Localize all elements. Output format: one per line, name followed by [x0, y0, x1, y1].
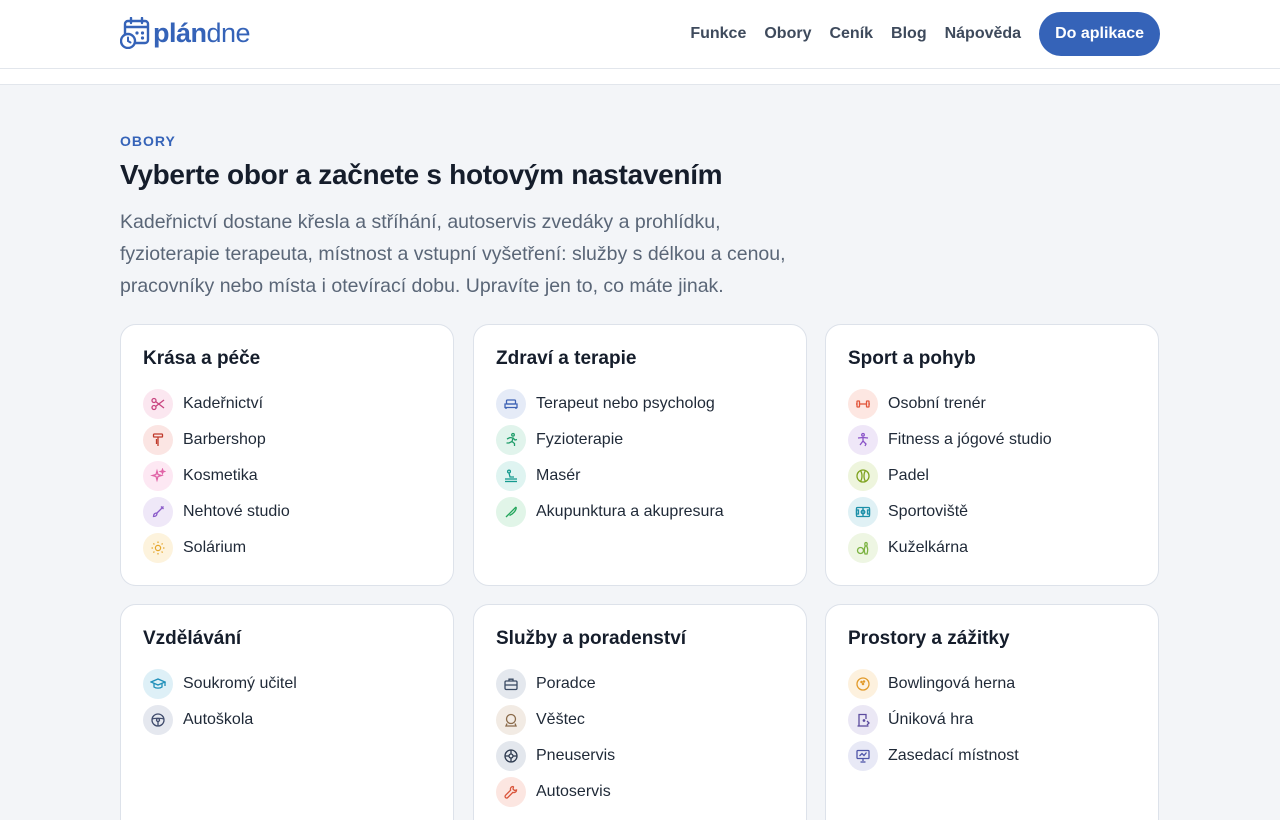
runner-icon [496, 425, 526, 455]
item-label: Fyzioterapie [536, 431, 624, 448]
door-icon [848, 705, 878, 735]
graduation-cap-icon [143, 669, 173, 699]
bowling-ball-icon [848, 669, 878, 699]
tire-icon [496, 741, 526, 771]
item-label: Kosmetika [183, 467, 258, 484]
item-label: Pneuservis [536, 747, 616, 764]
pins-icon [848, 533, 878, 563]
needle-icon [496, 497, 526, 527]
item-label: Autoservis [536, 783, 611, 800]
wrench-icon [496, 777, 526, 807]
list-item[interactable]: Sportoviště [848, 497, 968, 527]
item-label: Soukromý učitel [183, 675, 297, 692]
item-label: Akupunktura a akupresura [536, 503, 724, 520]
item-label: Fitness a jógové studio [888, 431, 1052, 448]
brush-icon [143, 497, 173, 527]
list-item[interactable]: Kuželkárna [848, 533, 968, 563]
list-item[interactable]: Autoškola [143, 705, 253, 735]
steering-wheel-icon [143, 705, 173, 735]
brand-logo[interactable]: plándne [119, 15, 251, 51]
item-label: Nehtové studio [183, 503, 290, 520]
list-item[interactable]: Nehtové studio [143, 497, 290, 527]
category-card-prostory: Prostory a zážitky Bowlingová herna Únik… [825, 604, 1159, 820]
item-label: Solárium [183, 539, 247, 556]
section-eyebrow: OBORY [120, 133, 176, 149]
list-item[interactable]: Zasedací místnost [848, 741, 1019, 771]
list-item[interactable]: Pneuservis [496, 741, 615, 771]
massage-icon [496, 461, 526, 491]
nav-link-cenik[interactable]: Ceník [829, 25, 873, 43]
presentation-icon [848, 741, 878, 771]
item-label: Úniková hra [888, 711, 974, 728]
sparkle-icon [143, 461, 173, 491]
main-nav: Funkce Obory Ceník Blog Nápověda Do apli… [690, 12, 1160, 56]
section-lead: Kadeřnictví dostane křesla a stříhání, a… [120, 206, 840, 302]
category-card-sport: Sport a pohyb Osobní trenér Fitness a jó… [825, 324, 1159, 586]
nav-link-obory[interactable]: Obory [764, 25, 811, 43]
category-card-krasa: Krása a péče Kadeřnictví Barbershop Kosm… [120, 324, 454, 586]
item-label: Terapeut nebo psycholog [536, 395, 715, 412]
briefcase-icon [496, 669, 526, 699]
card-title: Vzdělávání [143, 628, 242, 649]
card-title: Zdraví a terapie [496, 348, 637, 369]
card-title: Krása a péče [143, 348, 261, 369]
list-item[interactable]: Fitness a jógové studio [848, 425, 1052, 455]
category-card-sluzby: Služby a poradenství Poradce Věštec Pneu… [473, 604, 807, 820]
card-title: Sport a pohyb [848, 348, 976, 369]
item-label: Kuželkárna [888, 539, 969, 556]
razor-icon [143, 425, 173, 455]
card-title: Prostory a zážitky [848, 628, 1010, 649]
nav-link-napoveda[interactable]: Nápověda [945, 25, 1021, 43]
list-item[interactable]: Osobní trenér [848, 389, 986, 419]
brand-wordmark: plándne [153, 17, 251, 48]
lead-line: pracovníky nebo místa i otevírací dobu. … [120, 275, 724, 297]
item-label: Masér [536, 467, 581, 484]
nav-link-funkce[interactable]: Funkce [690, 25, 746, 43]
page-title: Vyberte obor a začnete s hotovým nastave… [120, 159, 723, 190]
ball-icon [848, 461, 878, 491]
list-item[interactable]: Soukromý učitel [143, 669, 297, 699]
list-item[interactable]: Masér [496, 461, 580, 491]
item-label: Sportoviště [888, 503, 969, 520]
header-divider [0, 69, 1280, 85]
scissors-icon [143, 389, 173, 419]
list-item[interactable]: Akupunktura a akupresura [496, 497, 724, 527]
item-label: Osobní trenér [888, 395, 986, 412]
calendar-clock-icon [119, 16, 150, 50]
sun-icon [143, 533, 173, 563]
crystal-ball-icon [496, 705, 526, 735]
dumbbell-icon [848, 389, 878, 419]
lead-line: fyzioterapie terapeuta, místnost a vstup… [120, 243, 786, 265]
category-card-vzdelavani: Vzdělávání Soukromý učitel Autoškola [120, 604, 454, 820]
item-label: Zasedací místnost [888, 747, 1019, 764]
list-item[interactable]: Fyzioterapie [496, 425, 623, 455]
card-title: Služby a poradenství [496, 628, 687, 649]
list-item[interactable]: Terapeut nebo psycholog [496, 389, 715, 419]
list-item[interactable]: Kadeřnictví [143, 389, 263, 419]
list-item[interactable]: Úniková hra [848, 705, 973, 735]
list-item[interactable]: Barbershop [143, 425, 266, 455]
list-item[interactable]: Věštec [496, 705, 585, 735]
lead-line: Kadeřnictví dostane křesla a stříhání, a… [120, 211, 721, 233]
item-label: Padel [888, 467, 929, 484]
list-item[interactable]: Solárium [143, 533, 246, 563]
item-label: Bowlingová herna [888, 675, 1016, 692]
list-item[interactable]: Bowlingová herna [848, 669, 1015, 699]
item-label: Autoškola [183, 711, 254, 728]
list-item[interactable]: Poradce [496, 669, 596, 699]
list-item[interactable]: Autoservis [496, 777, 611, 807]
list-item[interactable]: Kosmetika [143, 461, 258, 491]
open-app-button[interactable]: Do aplikace [1039, 12, 1160, 56]
item-label: Kadeřnictví [183, 395, 264, 412]
site-header: plándne Funkce Obory Ceník Blog Nápověda… [0, 0, 1280, 69]
sofa-icon [496, 389, 526, 419]
category-card-zdravi: Zdraví a terapie Terapeut nebo psycholog… [473, 324, 807, 586]
yoga-icon [848, 425, 878, 455]
nav-link-blog[interactable]: Blog [891, 25, 927, 43]
list-item[interactable]: Padel [848, 461, 929, 491]
field-icon [848, 497, 878, 527]
item-label: Poradce [536, 675, 596, 692]
item-label: Barbershop [183, 431, 266, 448]
item-label: Věštec [536, 711, 585, 728]
